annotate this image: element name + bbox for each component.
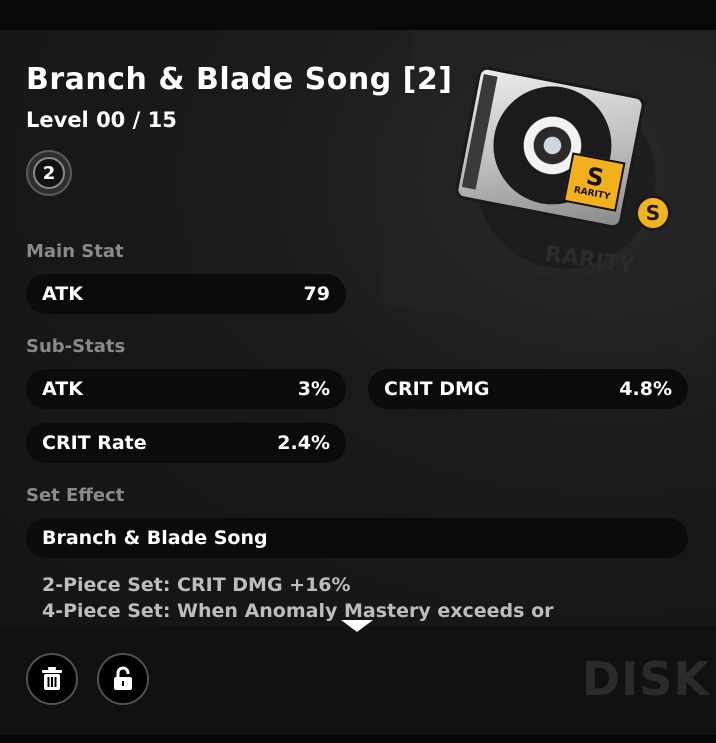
- sub-stat-value: 2.4%: [277, 432, 330, 454]
- sub-stat-name: CRIT Rate: [42, 432, 147, 454]
- disk-rarity-grade: S: [584, 161, 607, 193]
- sub-stat-name: CRIT DMG: [384, 378, 490, 400]
- sub-stat-row: CRIT DMG 4.8%: [368, 369, 688, 409]
- delete-button[interactable]: [26, 653, 78, 705]
- sub-stat-name: ATK: [42, 378, 83, 400]
- sub-stat-value: 3%: [297, 378, 330, 400]
- disk-level: Level 00 / 15: [26, 108, 177, 132]
- main-stat-row: ATK 79: [26, 274, 346, 314]
- main-stat-heading: Main Stat: [26, 241, 124, 262]
- disk-title: Branch & Blade Song [2]: [26, 62, 453, 97]
- set-effect-heading: Set Effect: [26, 485, 125, 506]
- sub-stat-row: CRIT Rate 2.4%: [26, 423, 346, 463]
- trash-icon: [42, 667, 62, 690]
- sub-stat-value: 4.8%: [619, 378, 672, 400]
- slot-badge: 2: [26, 150, 72, 196]
- set-name: Branch & Blade Song: [42, 527, 268, 549]
- unlock-icon: [114, 666, 132, 690]
- top-strip: [0, 0, 716, 30]
- disk-rarity-label: S RARITY: [562, 152, 626, 212]
- rank-s-icon: S: [635, 195, 671, 231]
- set-effect-description: 2-Piece Set: CRIT DMG +16% 4-Piece Set: …: [42, 572, 682, 624]
- disk-rarity-text: RARITY: [572, 185, 611, 203]
- set-name-row: Branch & Blade Song: [26, 518, 688, 558]
- lock-toggle-button[interactable]: [97, 653, 149, 705]
- sub-stats-heading: Sub-Stats: [26, 336, 126, 357]
- slot-number-icon: 2: [33, 157, 65, 189]
- set-effect-2pc: 2-Piece Set: CRIT DMG +16%: [42, 574, 351, 596]
- main-stat-name: ATK: [42, 283, 83, 305]
- category-tag: DISK: [582, 652, 711, 706]
- expand-arrow-icon[interactable]: [341, 620, 373, 632]
- main-stat-value: 79: [303, 283, 330, 305]
- sub-stat-row: ATK 3%: [26, 369, 346, 409]
